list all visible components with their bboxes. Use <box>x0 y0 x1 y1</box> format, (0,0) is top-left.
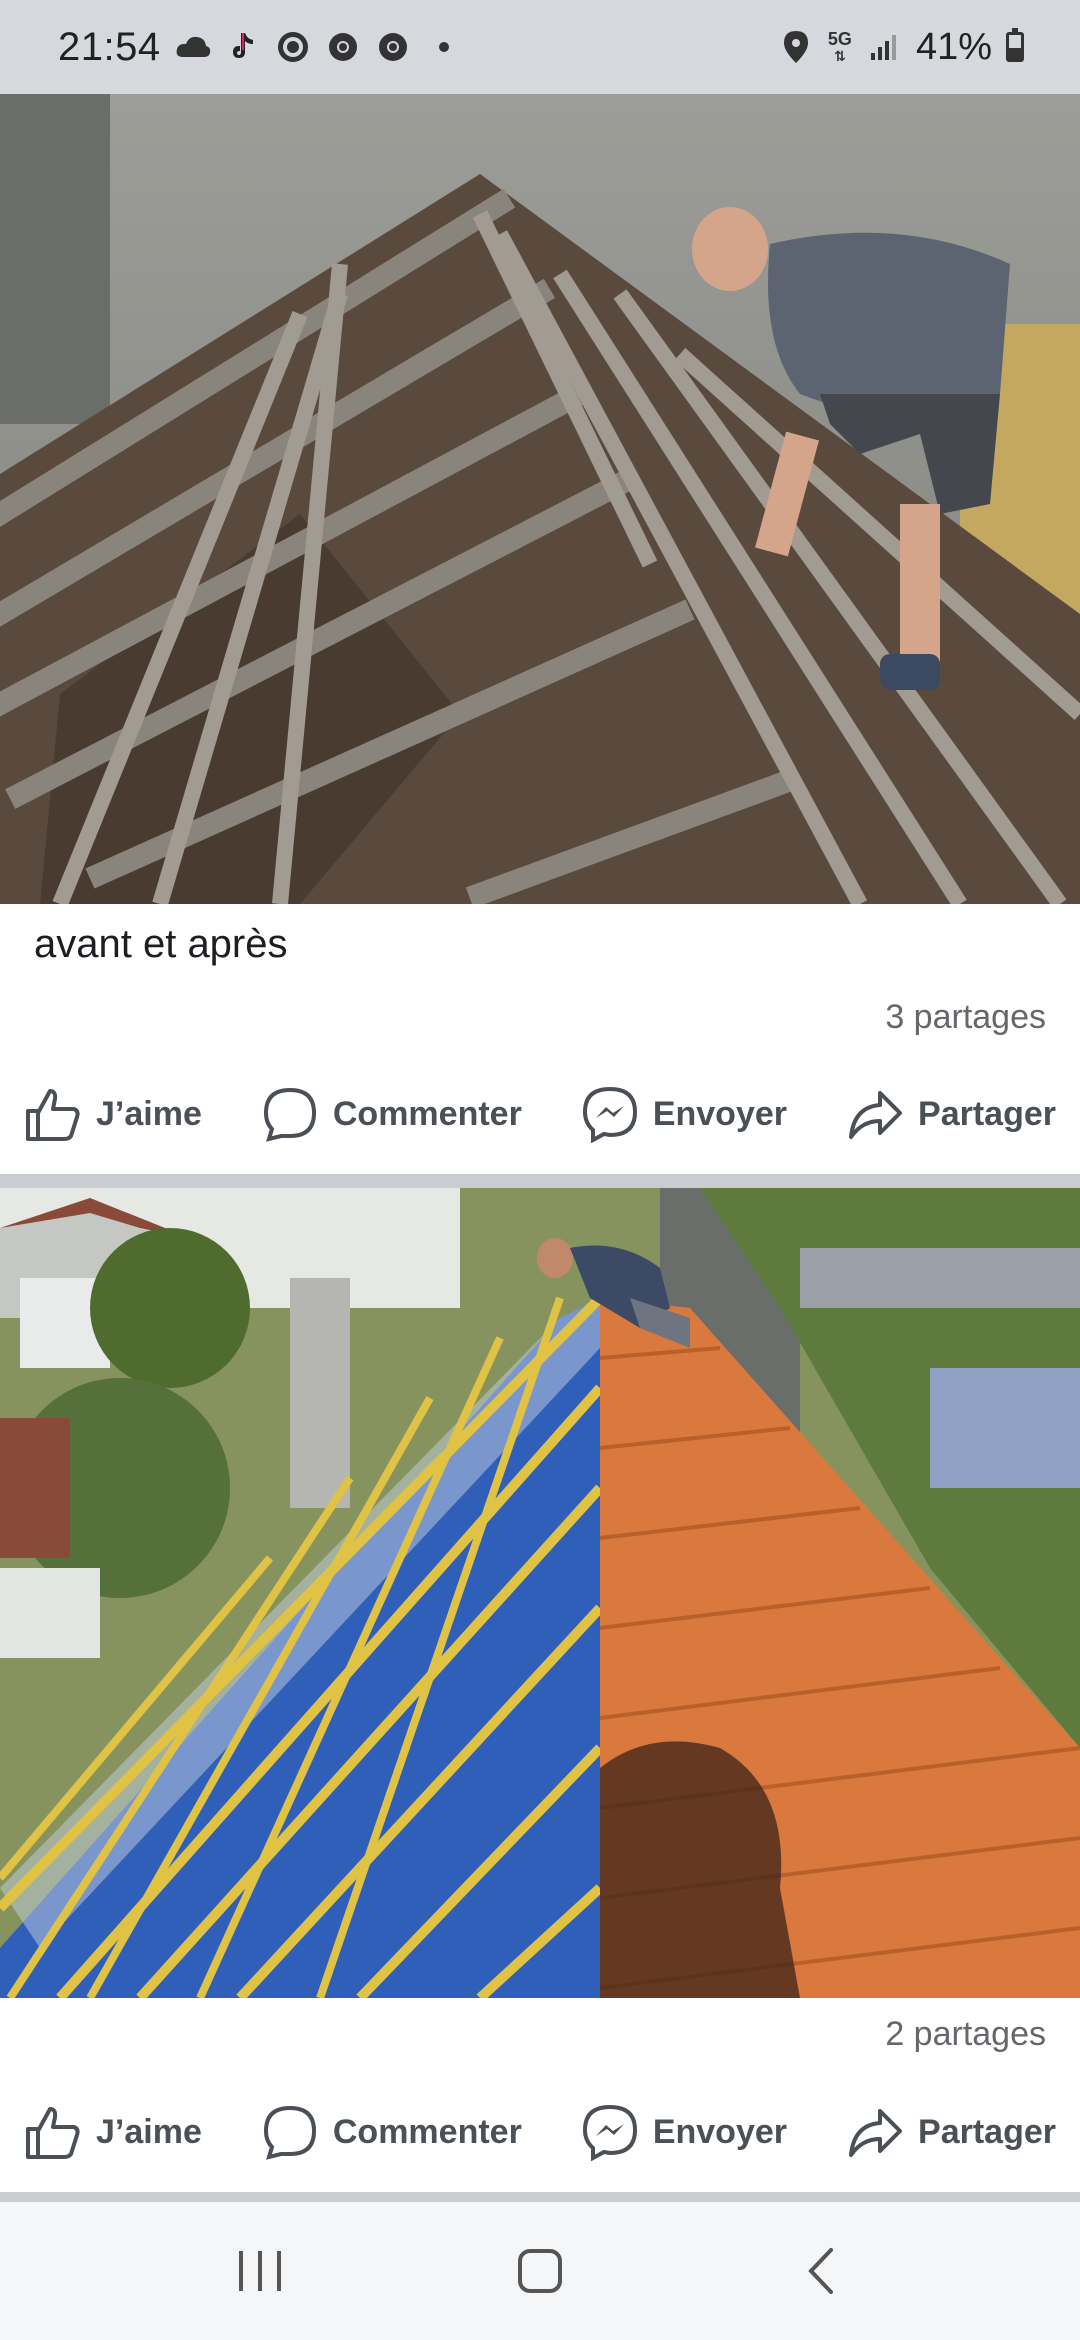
send-button[interactable]: Envoyer <box>581 2103 787 2161</box>
tiktok-icon <box>225 29 261 65</box>
messenger-icon <box>582 2104 637 2161</box>
status-bar: 21:54 5G ⇅ 41% <box>0 0 1080 94</box>
share-label: Partager <box>918 2112 1056 2151</box>
like-label: J’aime <box>96 1094 202 1133</box>
network-type: 5G ⇅ <box>827 28 852 64</box>
thumbs-up-icon <box>26 1089 80 1141</box>
comment-button[interactable]: Commenter <box>261 1085 522 1143</box>
status-right: 5G ⇅ 41% <box>778 26 1024 69</box>
thumbs-up-icon <box>26 2107 80 2159</box>
post-photo-after[interactable] <box>0 1188 1080 1998</box>
post-divider <box>0 2192 1080 2202</box>
comment-button[interactable]: Commenter <box>261 2103 522 2161</box>
chrome-icon <box>375 29 411 65</box>
recent-apps-icon <box>239 2251 281 2291</box>
comment-icon <box>263 1087 316 1142</box>
back-icon <box>808 2248 833 2294</box>
more-notifications-dot <box>438 42 449 52</box>
location-icon <box>778 29 814 65</box>
share-button[interactable]: Partager <box>846 2103 1056 2161</box>
home-icon <box>518 2249 562 2293</box>
share-arrow-icon <box>849 2109 903 2157</box>
status-left: 21:54 <box>58 25 449 70</box>
home-button[interactable] <box>500 2231 580 2311</box>
share-count[interactable]: 2 partages <box>885 2015 1046 2054</box>
like-button[interactable]: J’aime <box>24 1085 202 1143</box>
roof-frame-image <box>0 94 1080 904</box>
back-button[interactable] <box>780 2231 860 2311</box>
battery-percent: 41% <box>915 25 992 68</box>
post-caption: avant et après <box>34 922 288 966</box>
comment-label: Commenter <box>332 2112 522 2151</box>
share-label: Partager <box>918 1094 1056 1133</box>
send-label: Envoyer <box>652 1094 788 1133</box>
system-nav-bar <box>0 2202 1080 2340</box>
comment-label: Commenter <box>332 1094 522 1133</box>
share-arrow-icon <box>849 1091 903 1139</box>
messenger-icon <box>582 1086 637 1143</box>
target-icon <box>275 29 311 65</box>
post-divider <box>0 1174 1080 1188</box>
send-label: Envoyer <box>652 2112 788 2151</box>
like-label: J’aime <box>96 2112 202 2151</box>
share-button[interactable]: Partager <box>846 1085 1056 1143</box>
post-actions: J’aime Commenter Envoyer Partager <box>0 2090 1080 2174</box>
battery-icon <box>1006 28 1024 62</box>
signal-icon <box>866 29 902 65</box>
post-actions: J’aime Commenter Envoyer Partager <box>0 1072 1080 1156</box>
chrome-icon <box>325 29 361 65</box>
send-button[interactable]: Envoyer <box>581 1085 787 1143</box>
comment-icon <box>263 2105 316 2160</box>
recent-apps-button[interactable] <box>220 2231 300 2311</box>
cloud-icon <box>175 29 211 65</box>
like-button[interactable]: J’aime <box>24 2103 202 2161</box>
new-roof-image <box>0 1188 1080 1998</box>
post-photo-before[interactable] <box>0 94 1080 904</box>
share-count[interactable]: 3 partages <box>885 998 1046 1037</box>
status-time: 21:54 <box>58 24 161 69</box>
